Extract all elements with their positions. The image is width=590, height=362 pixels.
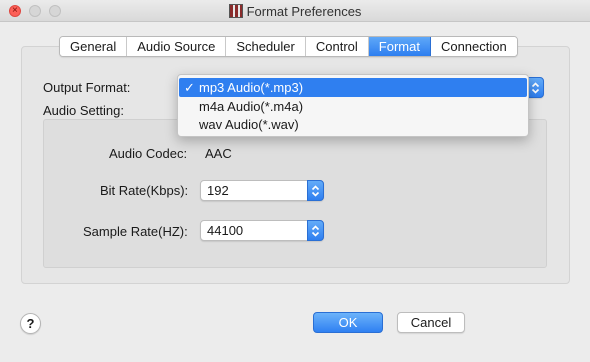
sample-rate-value: 44100	[207, 223, 244, 238]
sample-rate-select[interactable]: 44100	[200, 220, 324, 241]
tab-general[interactable]: General	[60, 37, 128, 56]
app-icon	[228, 4, 243, 18]
tab-scheduler[interactable]: Scheduler	[226, 37, 306, 56]
output-format-menu: ✓ mp3 Audio(*.mp3) m4a Audio(*.m4a) wav …	[177, 74, 529, 137]
menu-item-label: wav Audio(*.wav)	[199, 117, 299, 132]
tab-format[interactable]: Format	[368, 37, 431, 56]
cancel-button[interactable]: Cancel	[397, 312, 465, 333]
format-preferences-window: × Format Preferences General Audio Sourc…	[0, 0, 590, 362]
updown-chevron-icon	[311, 185, 320, 197]
ok-button[interactable]: OK	[313, 312, 383, 333]
tab-bar: General Audio Source Scheduler Control F…	[59, 36, 518, 57]
output-format-stepper[interactable]	[527, 77, 544, 98]
title-bar: × Format Preferences	[0, 0, 590, 22]
help-button[interactable]: ?	[20, 313, 41, 334]
sample-rate-stepper[interactable]	[307, 220, 324, 241]
updown-chevron-icon	[531, 82, 540, 94]
window-title: Format Preferences	[246, 4, 362, 19]
window-title-wrap: Format Preferences	[0, 4, 590, 19]
audio-codec-label: Audio Codec:	[109, 146, 188, 161]
audio-setting-label: Audio Setting:	[43, 103, 124, 118]
output-format-label: Output Format:	[43, 80, 131, 95]
tab-audio-source[interactable]: Audio Source	[127, 37, 227, 56]
bit-rate-label: Bit Rate(Kbps):	[100, 183, 189, 198]
menu-item-wav[interactable]: wav Audio(*.wav)	[179, 115, 527, 134]
updown-chevron-icon	[311, 225, 320, 237]
bit-rate-select[interactable]: 192	[200, 180, 324, 201]
bit-rate-stepper[interactable]	[307, 180, 324, 201]
menu-item-mp3[interactable]: ✓ mp3 Audio(*.mp3)	[179, 78, 527, 97]
bit-rate-value: 192	[207, 183, 229, 198]
menu-item-label: mp3 Audio(*.mp3)	[199, 80, 304, 95]
audio-codec-value: AAC	[205, 146, 232, 161]
menu-item-m4a[interactable]: m4a Audio(*.m4a)	[179, 97, 527, 116]
tab-connection[interactable]: Connection	[430, 37, 517, 56]
checkmark-icon: ✓	[184, 80, 195, 95]
menu-item-label: m4a Audio(*.m4a)	[199, 99, 304, 114]
tab-control[interactable]: Control	[305, 37, 369, 56]
sample-rate-label: Sample Rate(HZ):	[83, 224, 188, 239]
